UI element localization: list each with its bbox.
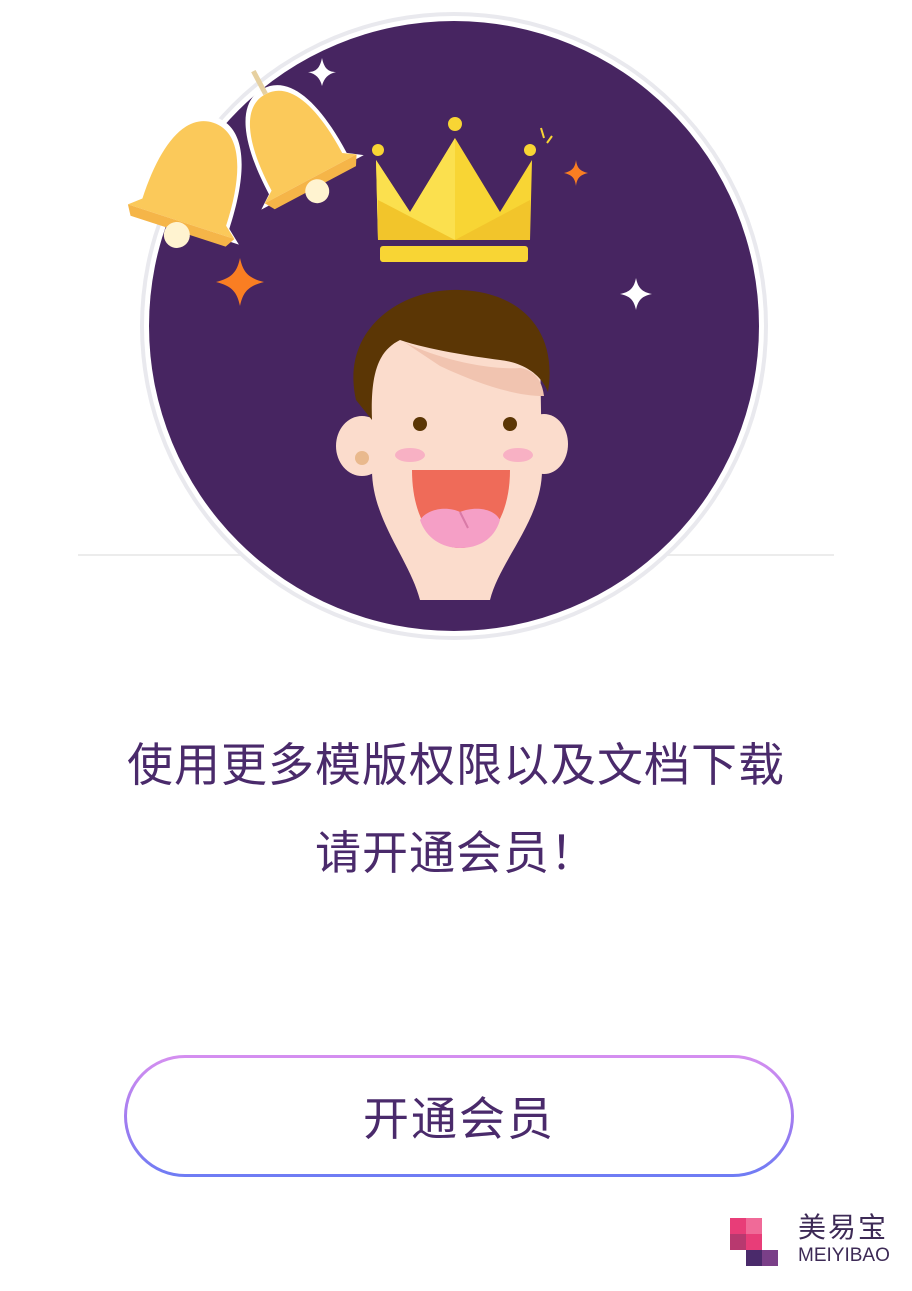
open-membership-button-body[interactable]: 开通会员 <box>127 1058 791 1174</box>
message-line-2: 请开通会员！ <box>315 826 597 880</box>
open-membership-button-label: 开通会员 <box>363 1092 555 1146</box>
brand-name-cn: 美易宝 <box>798 1211 889 1244</box>
hero-illustration <box>0 0 912 660</box>
brand-logo-icon <box>730 1218 778 1266</box>
open-membership-button[interactable]: 开通会员 <box>124 1055 794 1177</box>
brand-mark: 美易宝 MEIYIBAO <box>728 1214 898 1270</box>
message-line-1: 使用更多模版权限以及文档下载 <box>127 738 785 792</box>
brand-name-en: MEIYIBAO <box>798 1245 890 1266</box>
